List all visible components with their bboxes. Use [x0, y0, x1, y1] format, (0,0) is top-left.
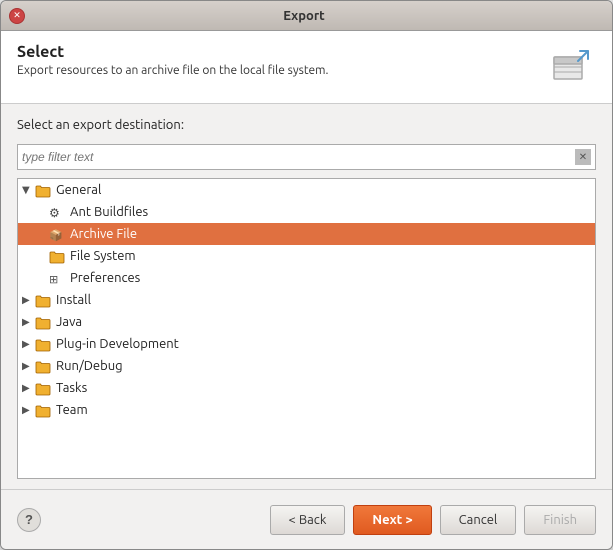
finish-button[interactable]: Finish — [524, 505, 596, 535]
tree-item[interactable]: ▶ Install — [18, 289, 595, 311]
tree-item-label: Java — [56, 315, 82, 329]
footer: ? < Back Next > Cancel Finish — [1, 489, 612, 549]
tree-item[interactable]: ▼ General — [18, 179, 595, 201]
header-title: Select — [17, 43, 329, 61]
folder-icon — [35, 294, 51, 306]
tree-item-label: Install — [56, 293, 91, 307]
special-ant-icon: ⚙ — [49, 206, 65, 218]
tree-item[interactable]: ▶ Team — [18, 399, 595, 421]
window-title: Export — [33, 9, 575, 23]
footer-left: ? — [17, 508, 41, 532]
tree-container[interactable]: ▼ General ⚙ Ant Buildfiles 📦 Archive File Fi… — [17, 178, 596, 479]
header-description: Export resources to an archive file on t… — [17, 64, 329, 77]
filter-row: ✕ — [17, 144, 596, 170]
tree-item-label: Tasks — [56, 381, 87, 395]
help-button[interactable]: ? — [17, 508, 41, 532]
close-button[interactable]: ✕ — [9, 8, 25, 24]
body: Select an export destination: ✕ ▼ Genera… — [1, 104, 612, 489]
tree-item[interactable]: File System — [18, 245, 595, 267]
tree-item-label: General — [56, 183, 101, 197]
tree-item[interactable]: ▶ Java — [18, 311, 595, 333]
folder-icon — [35, 338, 51, 350]
export-dialog: ✕ Export Select Export resources to an a… — [0, 0, 613, 550]
special-pref-icon: ⊞ — [49, 272, 65, 284]
folder-icon — [35, 360, 51, 372]
folder-icon — [35, 184, 51, 196]
next-button[interactable]: Next > — [353, 505, 431, 535]
back-button[interactable]: < Back — [270, 505, 346, 535]
tree-item-label: File System — [70, 249, 136, 263]
cancel-button[interactable]: Cancel — [440, 505, 517, 535]
tree-item[interactable]: ▶ Tasks — [18, 377, 595, 399]
tree-item-label: Plug-in Development — [56, 337, 179, 351]
folder-icon — [35, 404, 51, 416]
export-icon — [548, 43, 596, 91]
special-archive-icon: 📦 — [49, 228, 65, 240]
tree-item[interactable]: ⊞ Preferences — [18, 267, 595, 289]
filter-clear-button[interactable]: ✕ — [575, 149, 591, 165]
tree-item[interactable]: 📦 Archive File — [18, 223, 595, 245]
filter-input[interactable] — [22, 150, 571, 164]
folder-icon — [35, 382, 51, 394]
tree-item-label: Team — [56, 403, 88, 417]
destination-label: Select an export destination: — [17, 118, 596, 132]
tree-item-label: Run/Debug — [56, 359, 123, 373]
header: Select Export resources to an archive fi… — [1, 31, 612, 104]
tree-item-label: Archive File — [70, 227, 137, 241]
footer-buttons: < Back Next > Cancel Finish — [270, 505, 596, 535]
folder-icon — [35, 316, 51, 328]
tree-item[interactable]: ▶ Plug-in Development — [18, 333, 595, 355]
tree-item-label: Ant Buildfiles — [70, 205, 148, 219]
tree-item[interactable]: ▶ Run/Debug — [18, 355, 595, 377]
header-text: Select Export resources to an archive fi… — [17, 43, 329, 77]
tree-item-label: Preferences — [70, 271, 140, 285]
folder-icon — [49, 250, 65, 262]
titlebar: ✕ Export — [1, 1, 612, 31]
tree-item[interactable]: ⚙ Ant Buildfiles — [18, 201, 595, 223]
titlebar-buttons: ✕ — [9, 8, 25, 24]
